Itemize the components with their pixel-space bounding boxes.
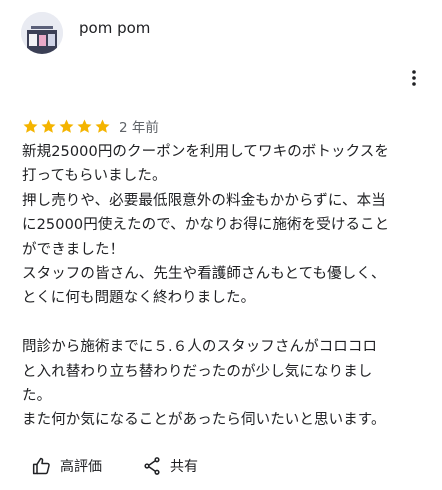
reviewer-avatar[interactable] (21, 12, 63, 54)
like-label: 高評価 (60, 459, 102, 475)
share-label: 共有 (170, 459, 198, 475)
review-text-line: とくに何も問題なく終わりました。 (22, 290, 256, 307)
star-icon (95, 119, 110, 133)
review-text-line: た。 (22, 387, 52, 404)
star-icon (77, 119, 92, 133)
review-text-line (22, 311, 434, 335)
review-text-line: 問診から施術までに５.６人のスタッフさんがコロコロ (22, 339, 378, 356)
star-icon (59, 119, 74, 133)
avatar-image (21, 12, 63, 54)
share-icon (144, 457, 160, 475)
review-text-line: 打ってもらいました。 (22, 168, 167, 185)
review-text-line: ができました！ (22, 241, 125, 258)
share-button[interactable]: 共有 (142, 456, 198, 476)
reviewer-name[interactable]: pom pom (79, 18, 150, 38)
review-text: 新規25000円のクーポンを利用してワキのボトックスを 打ってもらいました。押し売… (22, 140, 434, 433)
like-button[interactable]: 高評価 (32, 456, 102, 476)
star-rating (22, 118, 111, 135)
review-actions: 高評価 共有 (32, 454, 198, 478)
review-text-line: 押し売りや、必要最低限意外の料金もかからずに、本当 (22, 192, 386, 209)
more-options-button[interactable] (404, 66, 424, 90)
more-vert-icon (412, 70, 416, 86)
review-text-line: に25000円使えたので、かなりお得に施術を受けること (22, 217, 390, 234)
rating-row: 2 年前 (22, 116, 159, 136)
review-date: 2 年前 (119, 120, 159, 136)
review-text-line: スタッフの皆さん、先生や看護師さんもとても優しく、 (22, 265, 386, 282)
star-icon (41, 119, 56, 133)
thumb-up-icon (32, 457, 50, 475)
review-text-line: と入れ替わり立ち替わりだったのが少し気になりまし (22, 363, 373, 380)
review-text-line: 新規25000円のクーポンを利用してワキのボトックスを (22, 144, 389, 160)
star-icon (23, 119, 38, 133)
review-text-line: また何か気になることがあったら伺いたいと思います。 (22, 412, 386, 429)
